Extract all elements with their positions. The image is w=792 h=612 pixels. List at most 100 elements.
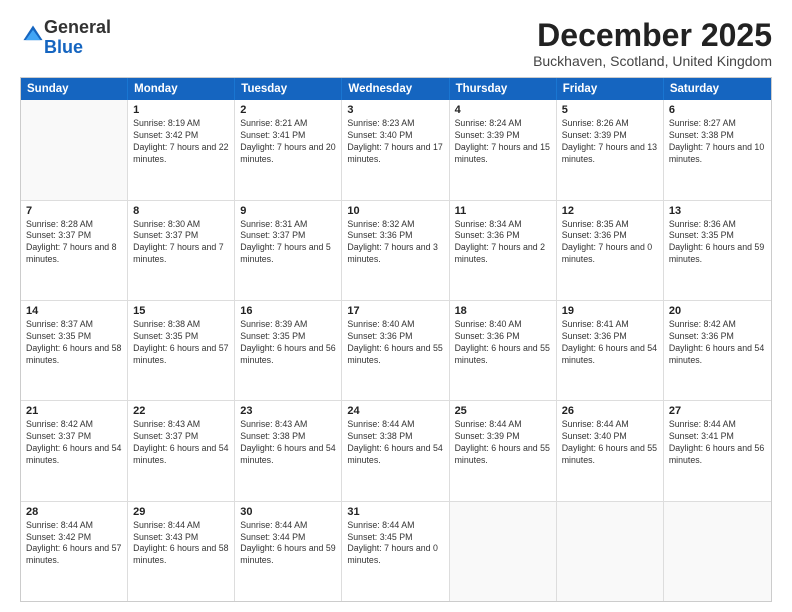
- cell-4-2: 30 Sunrise: 8:44 AM Sunset: 3:44 PM Dayli…: [235, 502, 342, 601]
- day-number-22: 22: [133, 405, 229, 417]
- day-number-26: 26: [562, 405, 658, 417]
- day-number-27: 27: [669, 405, 766, 417]
- cell-4-3: 31Sunrise: 8:44 AM Sunset: 3:45 PM Dayli…: [342, 502, 449, 601]
- day-number-14: 14: [26, 305, 122, 317]
- cell-0-2: 2 Sunrise: 8:21 AM Sunset: 3:41 PM Daylig…: [235, 100, 342, 199]
- cell-4-4: [450, 502, 557, 601]
- cell-1-5: 12 Sunrise: 8:35 AM Sunset: 3:36 PM Dayli…: [557, 201, 664, 300]
- cell-text-0-2: Sunrise: 8:21 AM Sunset: 3:41 PM Dayligh…: [240, 118, 336, 166]
- cell-text-3-1: Sunrise: 8:43 AM Sunset: 3:37 PM Dayligh…: [133, 419, 229, 467]
- cell-1-0: 7Sunrise: 8:28 AM Sunset: 3:37 PM Daylig…: [21, 201, 128, 300]
- cell-0-6: 6 Sunrise: 8:27 AM Sunset: 3:38 PM Daylig…: [664, 100, 771, 199]
- cell-text-3-0: Sunrise: 8:42 AM Sunset: 3:37 PM Dayligh…: [26, 419, 122, 467]
- cell-text-4-0: Sunrise: 8:44 AM Sunset: 3:42 PM Dayligh…: [26, 520, 122, 568]
- cell-text-1-1: Sunrise: 8:30 AM Sunset: 3:37 PM Dayligh…: [133, 219, 229, 267]
- day-number-12: 12: [562, 205, 658, 217]
- cell-2-6: 20Sunrise: 8:42 AM Sunset: 3:36 PM Dayli…: [664, 301, 771, 400]
- cell-2-1: 15 Sunrise: 8:38 AM Sunset: 3:35 PM Dayli…: [128, 301, 235, 400]
- cell-3-3: 24 Sunrise: 8:44 AM Sunset: 3:38 PM Dayli…: [342, 401, 449, 500]
- cell-text-3-4: Sunrise: 8:44 AM Sunset: 3:39 PM Dayligh…: [455, 419, 551, 467]
- day-number-13: 13: [669, 205, 766, 217]
- day-number-16: 16: [240, 305, 336, 317]
- day-number-5: 5: [562, 104, 658, 116]
- cell-2-4: 18Sunrise: 8:40 AM Sunset: 3:36 PM Dayli…: [450, 301, 557, 400]
- month-title: December 2025: [533, 18, 772, 53]
- cell-text-1-5: Sunrise: 8:35 AM Sunset: 3:36 PM Dayligh…: [562, 219, 658, 267]
- cell-0-1: 1Sunrise: 8:19 AM Sunset: 3:42 PM Daylig…: [128, 100, 235, 199]
- cell-1-6: 13 Sunrise: 8:36 AM Sunset: 3:35 PM Dayli…: [664, 201, 771, 300]
- header-sunday: Sunday: [21, 78, 128, 100]
- calendar: Sunday Monday Tuesday Wednesday Thursday…: [20, 77, 772, 602]
- cell-3-5: 26 Sunrise: 8:44 AM Sunset: 3:40 PM Dayli…: [557, 401, 664, 500]
- week-row-4: 21 Sunrise: 8:42 AM Sunset: 3:37 PM Dayli…: [21, 401, 771, 501]
- cell-0-0: [21, 100, 128, 199]
- cell-text-2-1: Sunrise: 8:38 AM Sunset: 3:35 PM Dayligh…: [133, 319, 229, 367]
- cell-1-1: 8 Sunrise: 8:30 AM Sunset: 3:37 PM Daylig…: [128, 201, 235, 300]
- cell-text-0-6: Sunrise: 8:27 AM Sunset: 3:38 PM Dayligh…: [669, 118, 766, 166]
- week-row-3: 14 Sunrise: 8:37 AM Sunset: 3:35 PM Dayli…: [21, 301, 771, 401]
- day-number-15: 15: [133, 305, 229, 317]
- title-area: December 2025 Buckhaven, Scotland, Unite…: [533, 18, 772, 69]
- header-thursday: Thursday: [450, 78, 557, 100]
- day-number-21: 21: [26, 405, 122, 417]
- day-number-2: 2: [240, 104, 336, 116]
- cell-2-2: 16 Sunrise: 8:39 AM Sunset: 3:35 PM Dayli…: [235, 301, 342, 400]
- day-number-8: 8: [133, 205, 229, 217]
- day-number-4: 4: [455, 104, 551, 116]
- day-number-19: 19: [562, 305, 658, 317]
- cell-2-5: 19 Sunrise: 8:41 AM Sunset: 3:36 PM Dayli…: [557, 301, 664, 400]
- cell-0-5: 5 Sunrise: 8:26 AM Sunset: 3:39 PM Daylig…: [557, 100, 664, 199]
- cell-text-4-2: Sunrise: 8:44 AM Sunset: 3:44 PM Dayligh…: [240, 520, 336, 568]
- cell-text-4-1: Sunrise: 8:44 AM Sunset: 3:43 PM Dayligh…: [133, 520, 229, 568]
- cell-3-0: 21 Sunrise: 8:42 AM Sunset: 3:37 PM Dayli…: [21, 401, 128, 500]
- logo-blue: Blue: [44, 37, 83, 57]
- week-row-1: 1Sunrise: 8:19 AM Sunset: 3:42 PM Daylig…: [21, 100, 771, 200]
- header-monday: Monday: [128, 78, 235, 100]
- cell-text-0-4: Sunrise: 8:24 AM Sunset: 3:39 PM Dayligh…: [455, 118, 551, 166]
- week-row-5: 28Sunrise: 8:44 AM Sunset: 3:42 PM Dayli…: [21, 502, 771, 601]
- day-number-30: 30: [240, 506, 336, 518]
- logo: General Blue: [20, 18, 111, 58]
- cell-2-3: 17 Sunrise: 8:40 AM Sunset: 3:36 PM Dayli…: [342, 301, 449, 400]
- cell-1-3: 10Sunrise: 8:32 AM Sunset: 3:36 PM Dayli…: [342, 201, 449, 300]
- cell-text-3-2: Sunrise: 8:43 AM Sunset: 3:38 PM Dayligh…: [240, 419, 336, 467]
- cell-2-0: 14 Sunrise: 8:37 AM Sunset: 3:35 PM Dayli…: [21, 301, 128, 400]
- cell-text-1-6: Sunrise: 8:36 AM Sunset: 3:35 PM Dayligh…: [669, 219, 766, 267]
- cell-3-6: 27 Sunrise: 8:44 AM Sunset: 3:41 PM Dayli…: [664, 401, 771, 500]
- cell-text-2-3: Sunrise: 8:40 AM Sunset: 3:36 PM Dayligh…: [347, 319, 443, 367]
- calendar-body: 1Sunrise: 8:19 AM Sunset: 3:42 PM Daylig…: [21, 100, 771, 601]
- cell-4-6: [664, 502, 771, 601]
- cell-text-0-3: Sunrise: 8:23 AM Sunset: 3:40 PM Dayligh…: [347, 118, 443, 166]
- header-tuesday: Tuesday: [235, 78, 342, 100]
- calendar-page: General Blue December 2025 Buckhaven, Sc…: [0, 0, 792, 612]
- day-number-7: 7: [26, 205, 122, 217]
- cell-0-3: 3Sunrise: 8:23 AM Sunset: 3:40 PM Daylig…: [342, 100, 449, 199]
- day-number-11: 11: [455, 205, 551, 217]
- header-friday: Friday: [557, 78, 664, 100]
- cell-3-1: 22 Sunrise: 8:43 AM Sunset: 3:37 PM Dayli…: [128, 401, 235, 500]
- cell-4-5: [557, 502, 664, 601]
- cell-text-1-2: Sunrise: 8:31 AM Sunset: 3:37 PM Dayligh…: [240, 219, 336, 267]
- header-wednesday: Wednesday: [342, 78, 449, 100]
- cell-3-4: 25Sunrise: 8:44 AM Sunset: 3:39 PM Dayli…: [450, 401, 557, 500]
- cell-text-1-3: Sunrise: 8:32 AM Sunset: 3:36 PM Dayligh…: [347, 219, 443, 267]
- cell-text-3-6: Sunrise: 8:44 AM Sunset: 3:41 PM Dayligh…: [669, 419, 766, 467]
- day-number-31: 31: [347, 506, 443, 518]
- cell-text-3-5: Sunrise: 8:44 AM Sunset: 3:40 PM Dayligh…: [562, 419, 658, 467]
- cell-1-4: 11 Sunrise: 8:34 AM Sunset: 3:36 PM Dayli…: [450, 201, 557, 300]
- cell-text-2-2: Sunrise: 8:39 AM Sunset: 3:35 PM Dayligh…: [240, 319, 336, 367]
- day-number-9: 9: [240, 205, 336, 217]
- day-number-17: 17: [347, 305, 443, 317]
- cell-text-0-5: Sunrise: 8:26 AM Sunset: 3:39 PM Dayligh…: [562, 118, 658, 166]
- cell-text-2-0: Sunrise: 8:37 AM Sunset: 3:35 PM Dayligh…: [26, 319, 122, 367]
- logo-text: General Blue: [44, 18, 111, 58]
- header: General Blue December 2025 Buckhaven, Sc…: [20, 18, 772, 69]
- day-number-20: 20: [669, 305, 766, 317]
- day-number-1: 1: [133, 104, 229, 116]
- cell-text-1-4: Sunrise: 8:34 AM Sunset: 3:36 PM Dayligh…: [455, 219, 551, 267]
- day-number-24: 24: [347, 405, 443, 417]
- calendar-header: Sunday Monday Tuesday Wednesday Thursday…: [21, 78, 771, 100]
- day-number-6: 6: [669, 104, 766, 116]
- cell-text-2-5: Sunrise: 8:41 AM Sunset: 3:36 PM Dayligh…: [562, 319, 658, 367]
- cell-text-3-3: Sunrise: 8:44 AM Sunset: 3:38 PM Dayligh…: [347, 419, 443, 467]
